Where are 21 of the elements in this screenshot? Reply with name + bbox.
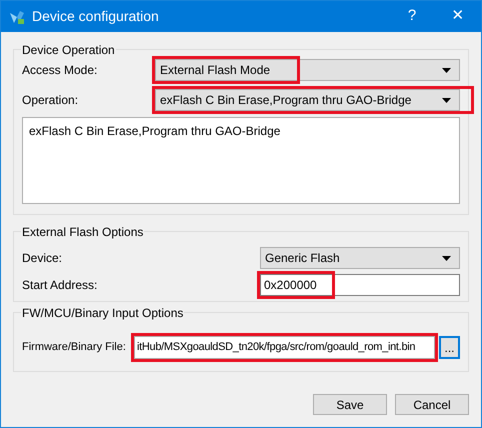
dropdown[interactable]: Generic Flash: [260, 247, 460, 269]
description-box: exFlash C Bin Erase,Program thru GAO-Bridge: [22, 117, 460, 204]
field-label: Start Address:: [22, 277, 98, 294]
close-button[interactable]: ✕: [435, 5, 481, 28]
dropdown[interactable]: exFlash C Bin Erase,Program thru GAO-Bridge: [155, 89, 460, 111]
app-icon: [9, 8, 25, 24]
dropdown[interactable]: External Flash Mode: [155, 59, 460, 81]
field-label: Device:: [22, 250, 64, 267]
field-label: Operation:: [22, 92, 80, 109]
caret-icon: [442, 68, 451, 72]
dialog-button[interactable]: Save: [313, 394, 387, 415]
window-title: Device configuration: [32, 7, 159, 26]
field-label: Firmware/Binary File:: [22, 340, 127, 356]
dialog-button[interactable]: Cancel: [395, 394, 469, 415]
browse-button[interactable]: ...: [439, 336, 460, 359]
field-label: Access Mode:: [22, 62, 98, 79]
file-path-field[interactable]: itHub/MSXgoauldSD_tn20k/fpga/src/rom/goauld_rom_int.bin: [134, 336, 435, 359]
caret-icon: [442, 98, 451, 102]
help-button[interactable]: ?: [389, 5, 435, 28]
input-field[interactable]: 0x200000: [260, 274, 460, 296]
caret-icon: [442, 256, 451, 260]
